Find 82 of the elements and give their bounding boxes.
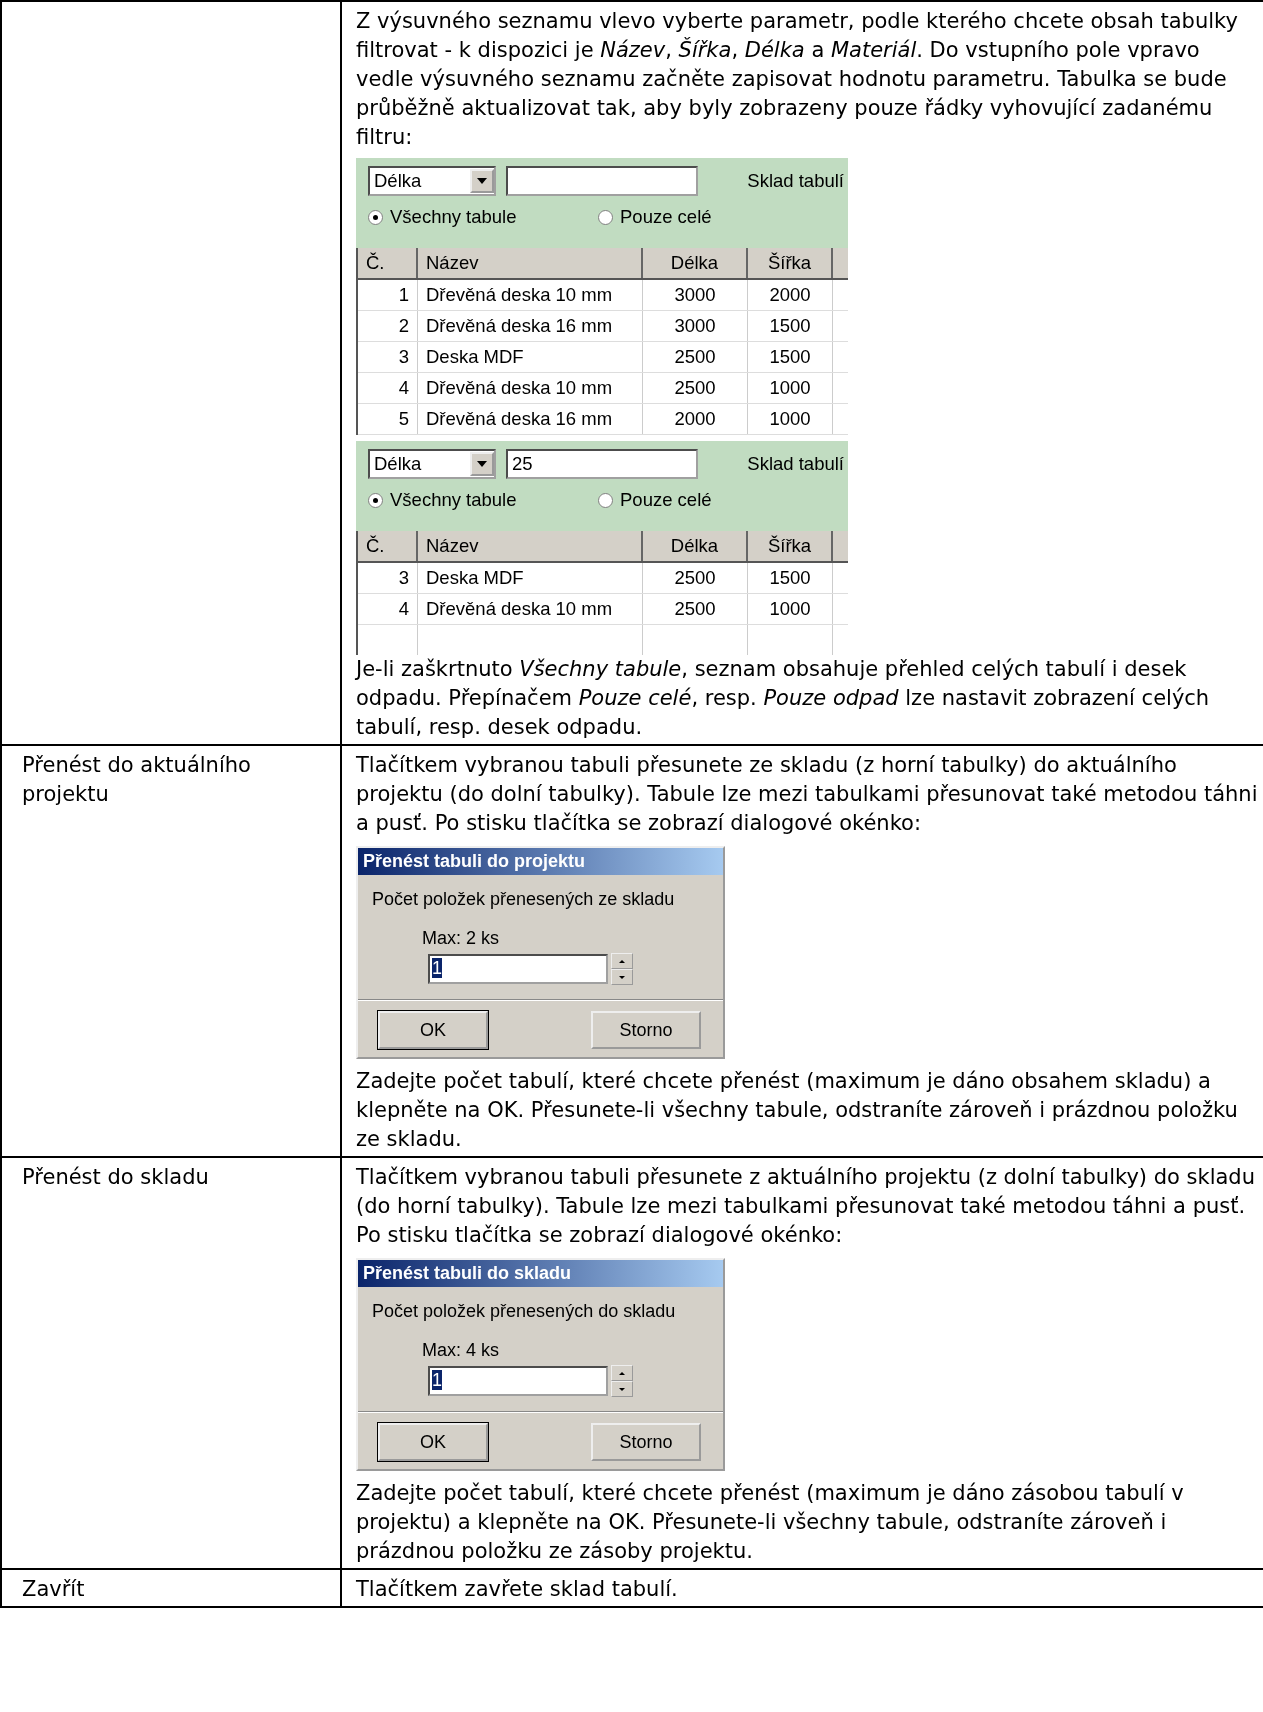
spin-down-button[interactable] [611,969,633,985]
table-cell: Dřevěná deska 10 mm [418,280,643,310]
filter-field[interactable]: 25 [506,449,698,479]
table-cell: 5 [358,404,418,434]
column-header[interactable]: Délka [643,248,748,278]
description-text: Tlačítkem vybranou tabuli přesunete z aktuálního projektu (z dolní tabulky) do skladu (do horní tabulky). Tabule lze mezi tabulkami přesunovat také metodou táhni a pusť. Po stisku tlačítka se zobrazí dialogové okénko: [356,1164,1256,1249]
column-header[interactable]: Název [418,531,643,561]
dialog-button[interactable]: OK [378,1011,488,1049]
table-cell: 4 [358,594,418,624]
table-cell: Deska MDF [418,342,643,372]
table-cell: 2500 [643,563,748,593]
radio-button[interactable] [368,209,383,225]
description-text: Zadejte počet tabulí, které chcete přenést (maximum je dáno obsahem skladu) a klepněte na OK. Přesunete-li všechny tabule, odstraníte zároveň i prázdnou položku ze skladu. [356,1068,1239,1153]
spin-up-button[interactable] [611,953,633,969]
table-cell: 4 [358,373,418,403]
max-label: Max: 4 ks [421,1339,501,1361]
table-cell: 1000 [748,373,833,403]
radio-label: Všechny tabule [390,489,517,511]
row-label: Přenést do skladu [22,1164,209,1191]
table-cell: Dřevěná deska 10 mm [418,594,643,624]
table-cell: 1500 [748,311,833,341]
quantity-field[interactable]: 1 [428,954,608,984]
table-cell: 3 [358,342,418,372]
row-label: Zavřít [22,1576,85,1603]
table-cell: 3000 [643,280,748,310]
column-header[interactable]: Č. [358,248,418,278]
table-cell: Dřevěná deska 16 mm [418,404,643,434]
down-arrow-icon [619,1387,625,1391]
table-cell: 2500 [643,594,748,624]
table-cell: Dřevěná deska 16 mm [418,311,643,341]
table-cell: 1000 [748,594,833,624]
table-cell: 2000 [643,404,748,434]
description-text: Tlačítkem vybranou tabuli přesunete ze skladu (z horní tabulky) do aktuálního projektu (do dolní tabulky). Tabule lze mezi tabulkami přesunovat také metodou táhni a pusť. Po stisku tlačítka se zobrazí dialogové okénko: [356,752,1259,837]
panel-title: Sklad tabulí [747,453,845,475]
table-cell: Deska MDF [418,563,643,593]
column-header[interactable]: Šířka [748,531,833,561]
description-text: Z výsuvného seznamu vlevo vyberte parametr, podle kterého chcete obsah tabulky filtrovat - k dispozici je Název, Šířka, Délka a Materiál. Do vstupního pole vpravo vedle výsuvného seznamu začněte zapisovat hodnotu parametru. Tabulka se bude průběžně aktualizovat tak, aby byly zobrazeny pouze řádky vyhovující zadanému filtru: [356,8,1239,151]
table-cell: 1000 [748,404,833,434]
up-arrow-icon [619,1371,625,1375]
column-header[interactable]: Č. [358,531,418,561]
radio-button[interactable] [598,209,613,225]
description-text: Je-li zaškrtnuto Všechny tabule, seznam obsahuje přehled celých tabulí i desek odpadu. Přepínačem Pouze celé, resp. Pouze odpad lze nastavit zobrazení celých tabulí, resp. desek odpadu. [356,656,1211,741]
table-cell: 1500 [748,563,833,593]
table-cell: Dřevěná deska 10 mm [418,373,643,403]
description-text: Zadejte počet tabulí, které chcete přenést (maximum je dáno zásobou tabulí v projektu) a klepněte na OK. Přesunete-li všechny tabule, odstraníte zároveň i prázdnou položku ze zásoby projektu. [356,1480,1185,1565]
table-cell: 2 [358,311,418,341]
table-cell: 1500 [748,342,833,372]
up-arrow-icon [619,959,625,963]
dialog-title: Přenést tabuli do skladu [358,1260,723,1287]
caret-icon [477,178,487,184]
max-label: Max: 2 ks [421,927,501,949]
column-header[interactable]: Délka [643,531,748,561]
dialog-prompt: Počet položek přenesených do skladu [371,1300,677,1322]
radio-label: Pouze celé [620,206,712,228]
parameter-dropdown[interactable]: Délka [368,449,496,479]
table-cell: 2500 [643,342,748,372]
table-cell: 2500 [643,373,748,403]
dialog-button[interactable]: Storno [591,1423,701,1461]
table-cell: 1 [358,280,418,310]
description-text: Tlačítkem zavřete sklad tabulí. [356,1576,679,1603]
dialog-title: Přenést tabuli do projektu [358,848,723,875]
radio-label: Všechny tabule [390,206,517,228]
column-header[interactable]: Šířka [748,248,833,278]
dialog-prompt: Počet položek přenesených ze skladu [371,888,676,910]
filter-field[interactable] [506,166,698,196]
caret-icon [477,461,487,467]
dialog-button[interactable]: OK [378,1423,488,1461]
quantity-field[interactable]: 1 [428,1366,608,1396]
radio-label: Pouze celé [620,489,712,511]
radio-button[interactable] [598,492,613,508]
table-cell: 2000 [748,280,833,310]
panel-title: Sklad tabulí [747,170,845,192]
down-arrow-icon [619,975,625,979]
column-header[interactable]: Název [418,248,643,278]
table-cell: 3 [358,563,418,593]
radio-button[interactable] [368,492,383,508]
spin-up-button[interactable] [611,1365,633,1381]
parameter-dropdown[interactable]: Délka [368,166,496,196]
spin-down-button[interactable] [611,1381,633,1397]
dialog-button[interactable]: Storno [591,1011,701,1049]
table-cell: 3000 [643,311,748,341]
row-label: Přenést do aktuálního projektu [22,752,252,808]
